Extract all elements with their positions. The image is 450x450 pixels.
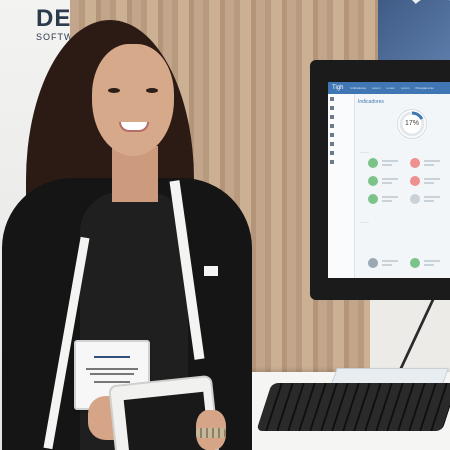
indicator-tile <box>410 256 450 270</box>
bracelet <box>196 428 226 438</box>
nav-item: Lorem <box>386 86 395 90</box>
indicator-icon <box>368 194 378 204</box>
sidebar-item <box>328 121 354 130</box>
photo-scene: DES SOFTW Tigh Indicadores Lorem Lorem L… <box>0 0 450 450</box>
nav-item: Lorem <box>371 86 381 90</box>
menu-icon <box>330 141 334 146</box>
indicator-tile <box>368 256 412 270</box>
indicator-tile <box>410 174 450 188</box>
eye-icon <box>108 88 120 93</box>
indicator-tile <box>410 156 450 170</box>
section-title: Indicadores <box>358 99 384 105</box>
section-subhead: ——— <box>360 220 369 224</box>
indicator-icon <box>368 158 378 168</box>
indicator-tile <box>410 192 450 206</box>
gauge-value: 17% <box>404 120 419 127</box>
smile <box>119 122 149 132</box>
menu-icon <box>330 132 334 137</box>
nav-item: Indicadores <box>350 86 366 90</box>
indicator-icon <box>410 258 420 268</box>
banner-swoosh-icon <box>402 0 450 56</box>
face <box>92 44 174 156</box>
keyboard <box>256 383 450 431</box>
eye-icon <box>146 88 158 93</box>
indicator-icon <box>410 176 420 186</box>
menu-icon <box>330 96 334 101</box>
indicator-tile <box>368 156 412 170</box>
nav-item: Planejamento <box>415 86 434 90</box>
app-topbar: Tigh Indicadores Lorem Lorem Lorem Plane… <box>328 82 450 94</box>
pocket-square <box>204 266 218 276</box>
sidebar-item <box>328 103 354 112</box>
monitor: Tigh Indicadores Lorem Lorem Lorem Plane… <box>310 60 450 300</box>
menu-icon <box>330 123 334 128</box>
section-subhead: ——— <box>360 150 369 154</box>
indicator-tile <box>368 174 412 188</box>
indicator-icon <box>410 194 420 204</box>
indicator-icon <box>368 258 378 268</box>
indicator-icon <box>368 176 378 186</box>
app-sidebar <box>328 94 355 278</box>
sidebar-item <box>328 139 354 148</box>
sidebar-item <box>328 94 354 103</box>
indicator-icon <box>410 158 420 168</box>
sidebar-item <box>328 148 354 157</box>
monitor-screen: Tigh Indicadores Lorem Lorem Lorem Plane… <box>328 82 450 278</box>
menu-icon <box>330 114 334 119</box>
dashboard-content: Indicadores 17% ——— ——— <box>356 96 450 276</box>
nav-item: Lorem <box>401 86 410 90</box>
sidebar-item <box>328 157 354 166</box>
sidebar-item <box>328 112 354 121</box>
indicator-tile <box>368 192 412 206</box>
menu-icon <box>330 105 334 110</box>
conference-logo-icon <box>94 350 130 358</box>
menu-icon <box>330 159 334 164</box>
menu-icon <box>330 150 334 155</box>
gauge-chart: 17% <box>398 110 426 138</box>
app-logo: Tigh <box>332 85 344 91</box>
sidebar-item <box>328 130 354 139</box>
